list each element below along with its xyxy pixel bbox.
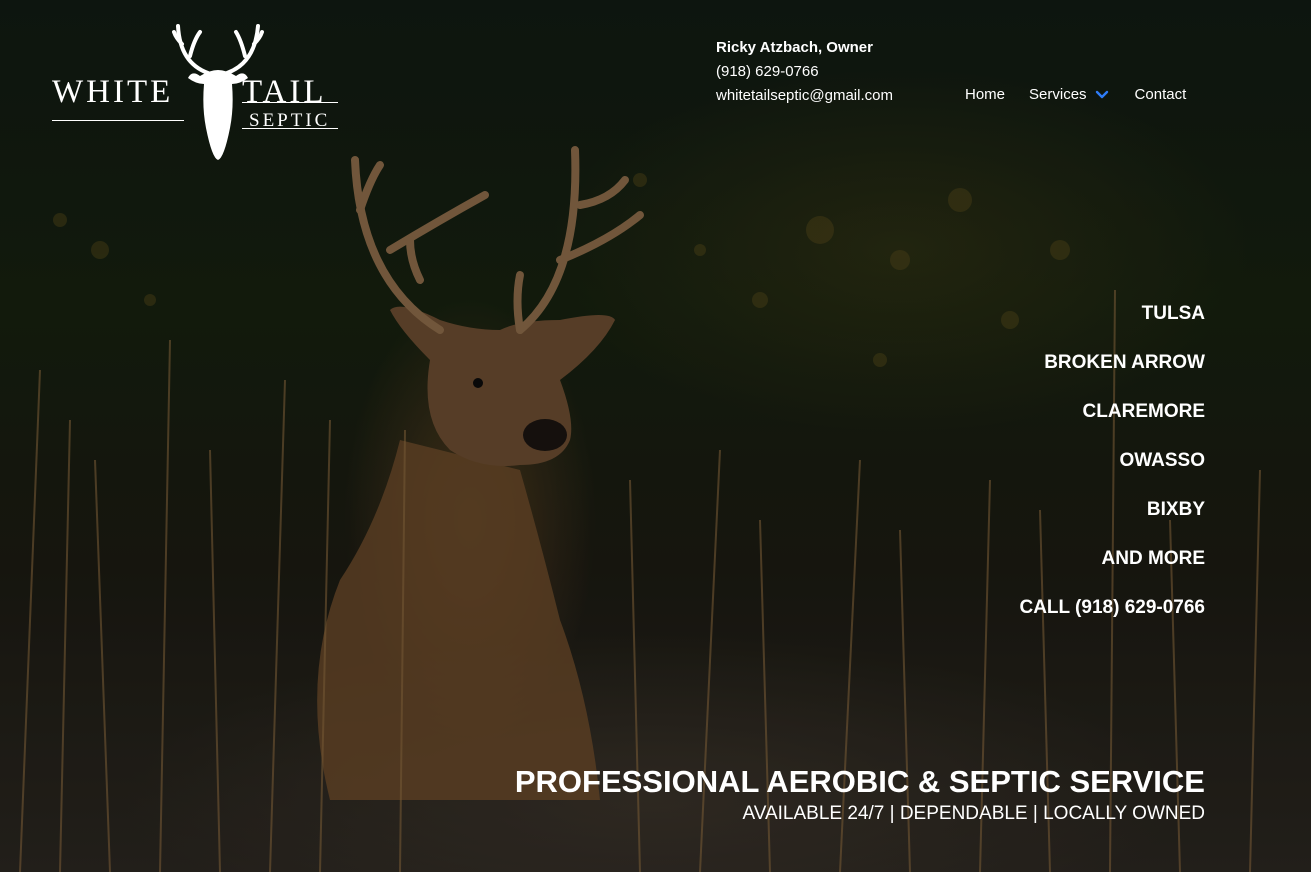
- deer-head-icon: [172, 24, 264, 160]
- service-area-owasso[interactable]: OWASSO: [1019, 447, 1205, 496]
- logo-rule-left: [52, 120, 184, 121]
- hero-headline: PROFESSIONAL AEROBIC & SEPTIC SERVICE: [514, 764, 1205, 799]
- service-area-broken-arrow[interactable]: BROKEN ARROW: [1019, 349, 1205, 398]
- chevron-down-icon[interactable]: [1095, 88, 1109, 102]
- header-phone-link[interactable]: (918) 629-0766: [716, 60, 893, 84]
- header-contact-info: Ricky Atzbach, Owner (918) 629-0766 whit…: [716, 36, 893, 108]
- hero-tagline: PROFESSIONAL AEROBIC & SEPTIC SERVICE AV…: [515, 763, 1205, 827]
- service-area-and-more[interactable]: AND MORE: [1019, 545, 1205, 594]
- service-area-tulsa[interactable]: TULSA: [1019, 300, 1205, 349]
- logo-word-white: WHITE: [52, 74, 174, 110]
- nav-services[interactable]: Services: [1029, 86, 1109, 103]
- nav-services-label[interactable]: Services: [1029, 86, 1087, 103]
- owner-name: Ricky Atzbach, Owner: [716, 39, 873, 56]
- service-area-claremore[interactable]: CLAREMORE: [1019, 398, 1205, 447]
- main-nav: Home Services Contact: [965, 86, 1186, 103]
- call-phone-link[interactable]: CALL (918) 629-0766: [1019, 594, 1205, 643]
- service-areas-list: TULSA BROKEN ARROW CLAREMORE OWASSO BIXB…: [1019, 300, 1205, 643]
- nav-contact[interactable]: Contact: [1135, 86, 1187, 103]
- service-area-bixby[interactable]: BIXBY: [1019, 496, 1205, 545]
- header-email-link[interactable]: whitetailseptic@gmail.com: [716, 84, 893, 108]
- site-logo[interactable]: WHITE TAIL SEPTIC: [52, 18, 342, 163]
- hero-subline: AVAILABLE 24/7 | DEPENDABLE | LOCALLY OW…: [742, 803, 1205, 824]
- nav-home[interactable]: Home: [965, 86, 1005, 103]
